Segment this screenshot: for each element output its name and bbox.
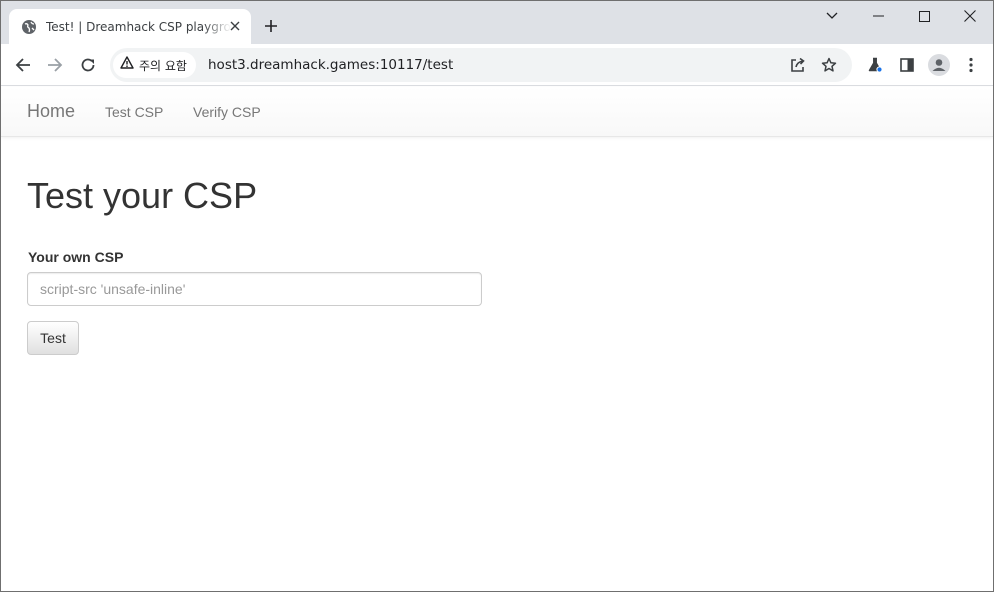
- csp-input[interactable]: [27, 272, 482, 306]
- csp-input-label: Your own CSP: [28, 249, 124, 265]
- new-tab-icon[interactable]: [259, 14, 283, 38]
- url-text[interactable]: host3.dreamhack.games:10117/test: [208, 57, 453, 73]
- nav-test-csp-link[interactable]: Test CSP: [105, 104, 163, 120]
- maximize-icon[interactable]: [901, 1, 947, 31]
- browser-window: Test! | Dreamhack CSP playground: [0, 0, 994, 592]
- tab-search-icon[interactable]: [809, 1, 855, 31]
- minimize-icon[interactable]: [855, 1, 901, 31]
- tab-close-icon[interactable]: [227, 18, 243, 34]
- page-title: Test your CSP: [27, 175, 258, 216]
- forward-icon[interactable]: [39, 49, 71, 81]
- reload-icon[interactable]: [72, 49, 104, 81]
- menu-kebab-icon[interactable]: [955, 49, 987, 81]
- globe-icon: [21, 19, 37, 35]
- tab-title: Test! | Dreamhack CSP playground: [46, 19, 231, 34]
- side-panel-icon[interactable]: [891, 49, 923, 81]
- nav-home-link[interactable]: Home: [27, 101, 75, 122]
- security-chip[interactable]: 주의 요함: [113, 52, 196, 78]
- site-navbar: Home Test CSP Verify CSP: [1, 87, 993, 137]
- browser-tab[interactable]: Test! | Dreamhack CSP playground: [9, 9, 251, 44]
- bookmark-star-icon[interactable]: [817, 53, 841, 77]
- warning-icon: [120, 56, 134, 74]
- browser-toolbar: 주의 요함 host3.dreamhack.games:10117/test: [1, 44, 993, 86]
- tab-strip: Test! | Dreamhack CSP playground: [1, 1, 993, 44]
- back-icon[interactable]: [7, 49, 39, 81]
- profile-avatar-icon[interactable]: [923, 49, 955, 81]
- labs-flask-icon[interactable]: [859, 49, 891, 81]
- share-icon[interactable]: [786, 53, 810, 77]
- test-button[interactable]: Test: [27, 321, 79, 355]
- web-page: Home Test CSP Verify CSP Test your CSP Y…: [1, 87, 993, 591]
- nav-verify-csp-link[interactable]: Verify CSP: [193, 104, 261, 120]
- security-chip-label: 주의 요함: [139, 58, 187, 73]
- close-window-icon[interactable]: [947, 1, 993, 31]
- address-bar[interactable]: 주의 요함 host3.dreamhack.games:10117/test: [110, 48, 852, 82]
